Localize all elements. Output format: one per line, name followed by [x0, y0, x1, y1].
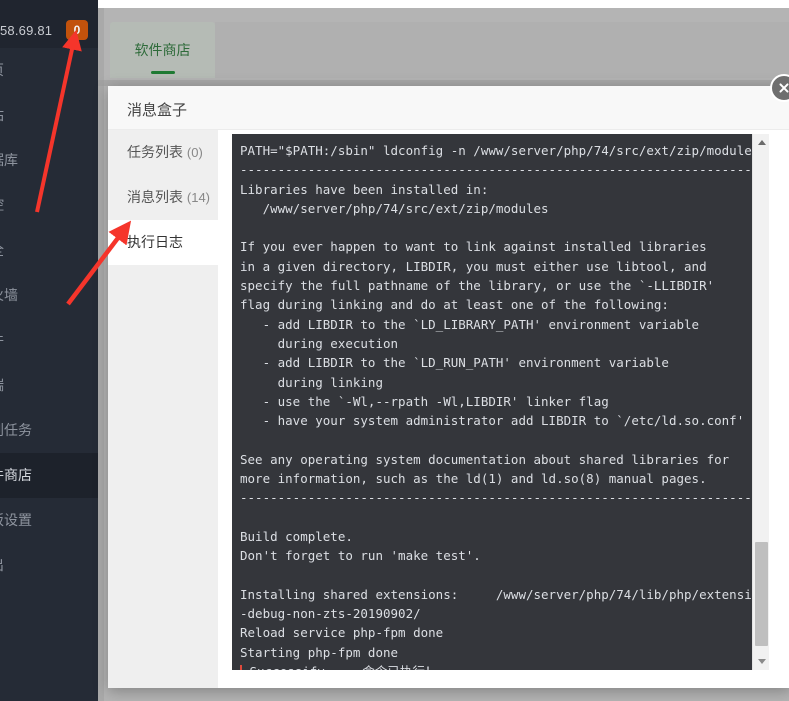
- side-tab-label: 消息列表: [127, 189, 183, 205]
- page-top-strip: [0, 0, 789, 8]
- sidebar-item-label: 终端: [0, 363, 4, 408]
- sidebar-item-database[interactable]: 数据库: [0, 138, 98, 183]
- sidebar-item-terminal[interactable]: 终端: [0, 363, 98, 408]
- tab-active-underline: [150, 71, 175, 74]
- side-tab-count: (14): [186, 190, 211, 205]
- modal-title-bar: 消息盒子: [108, 86, 789, 130]
- tab-strip-filler: [215, 22, 789, 78]
- sidebar-footer-space: [0, 648, 98, 701]
- tab-software-store[interactable]: 软件商店: [110, 22, 215, 78]
- sidebar-item-monitor[interactable]: 监控: [0, 183, 98, 228]
- log-output-text: PATH="$PATH:/sbin" ldconfig -n /www/serv…: [240, 141, 769, 670]
- side-tab-label: 执行日志: [127, 234, 183, 250]
- tab-label: 软件商店: [134, 42, 191, 58]
- scrollbar-thumb[interactable]: [755, 542, 768, 646]
- side-tab-exec-log[interactable]: 执行日志: [108, 220, 218, 265]
- sidebar: 58.69.81 0 首页 网站 数据库 监控 安全 防火墙 文件 终端 计划任…: [0, 0, 98, 701]
- sidebar-item-label: 监控: [0, 183, 4, 228]
- sidebar-item-label: 文件: [0, 318, 4, 363]
- sidebar-item-label: 防火墙: [0, 287, 18, 303]
- modal-side-tabs: 任务列表 (0) 消息列表 (14) 执行日志: [108, 130, 218, 688]
- server-ip-label: 58.69.81: [0, 23, 53, 38]
- scroll-up-arrow-icon[interactable]: [753, 134, 769, 151]
- execution-log-panel[interactable]: PATH="$PATH:/sbin" ldconfig -n /www/serv…: [232, 134, 769, 670]
- message-box-modal: 消息盒子 任务列表 (0) 消息列表 (14) 执行日志 PATH="$PATH…: [108, 86, 789, 688]
- sidebar-item-software-store[interactable]: 软件商店: [0, 453, 98, 498]
- close-x-glyph: [778, 82, 789, 94]
- sidebar-item-cron[interactable]: 计划任务: [0, 408, 98, 453]
- sidebar-item-firewall[interactable]: 防火墙: [0, 273, 98, 318]
- sidebar-item-security[interactable]: 安全: [0, 228, 98, 273]
- content-left-edge: [98, 8, 104, 701]
- sidebar-item-label: 安全: [0, 228, 4, 273]
- side-tab-label: 任务列表: [127, 144, 183, 160]
- log-final-line: -Successify --- 命令已执行！ ---: [242, 664, 468, 670]
- sidebar-item-label: 软件商店: [0, 467, 32, 483]
- tab-strip: 软件商店: [110, 22, 789, 78]
- modal-title: 消息盒子: [127, 102, 188, 119]
- sidebar-item-files[interactable]: 文件: [0, 318, 98, 363]
- sidebar-header: 58.69.81 0: [0, 0, 98, 48]
- sidebar-item-label: 首页: [0, 48, 4, 93]
- sidebar-item-label: 退出: [0, 543, 4, 588]
- sidebar-item-label: 面板设置: [0, 512, 32, 528]
- side-tab-count: (0): [186, 145, 203, 160]
- log-scrollbar[interactable]: [752, 134, 769, 670]
- sidebar-item-logout[interactable]: 退出: [0, 543, 98, 588]
- app-root: 软件商店 58.69.81 0 首页 网站 数据库 监控 安全 防火墙 文件 终…: [0, 0, 789, 701]
- modal-body: 任务列表 (0) 消息列表 (14) 执行日志 PATH="$PATH:/sbi…: [108, 130, 789, 688]
- scroll-down-arrow-icon[interactable]: [753, 653, 769, 670]
- message-count-badge[interactable]: 0: [66, 20, 88, 40]
- sidebar-item-label: 数据库: [0, 152, 18, 168]
- side-tab-task-list[interactable]: 任务列表 (0): [108, 130, 218, 175]
- log-lines: PATH="$PATH:/sbin" ldconfig -n /www/serv…: [240, 143, 769, 660]
- sidebar-item-home[interactable]: 首页: [0, 48, 98, 93]
- sidebar-item-website[interactable]: 网站: [0, 93, 98, 138]
- sidebar-nav-list: 首页 网站 数据库 监控 安全 防火墙 文件 终端 计划任务 软件商店 面板设置…: [0, 48, 98, 588]
- sidebar-item-label: 计划任务: [0, 422, 32, 438]
- sidebar-item-label: 网站: [0, 93, 4, 138]
- side-tab-message-list[interactable]: 消息列表 (14): [108, 175, 218, 220]
- sidebar-item-panel-settings[interactable]: 面板设置: [0, 498, 98, 543]
